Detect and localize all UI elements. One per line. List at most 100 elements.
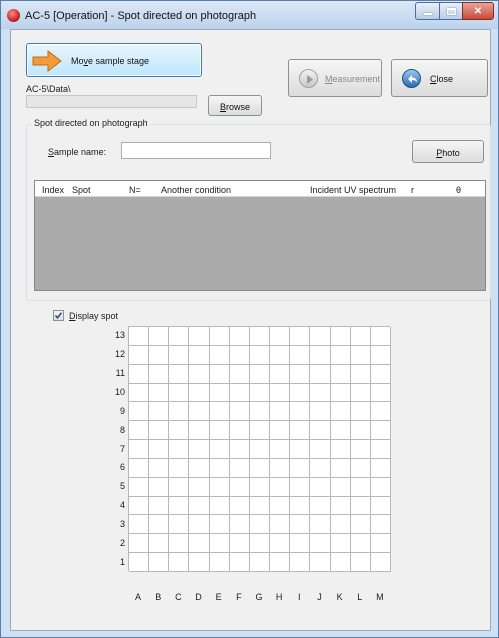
grid-cell[interactable] [310,421,331,441]
grid-cell[interactable] [350,345,371,365]
grid-cell[interactable] [189,383,210,403]
grid-cell[interactable] [290,534,311,554]
grid-cell[interactable] [169,402,190,422]
column-header[interactable]: r [411,185,414,195]
grid-cell[interactable] [149,383,170,403]
grid-cell[interactable] [310,364,331,384]
grid-cell[interactable] [209,345,230,365]
grid-cell[interactable] [129,553,150,572]
column-header[interactable]: N= [129,185,141,195]
grid-cell[interactable] [370,553,391,572]
grid-cell[interactable] [310,477,331,497]
grid-cell[interactable] [350,402,371,422]
grid-cell[interactable] [169,345,190,365]
grid-cell[interactable] [209,383,230,403]
grid-cell[interactable] [169,496,190,516]
grid-cell[interactable] [149,534,170,554]
grid-cell[interactable] [249,553,271,572]
grid-cell[interactable] [209,534,230,554]
grid-cell[interactable] [229,440,250,459]
grid-cell[interactable] [189,477,210,497]
photo-button[interactable]: Photo [412,140,484,163]
grid-cell[interactable] [270,515,291,535]
grid-cell[interactable] [350,553,371,572]
grid-cell[interactable] [149,515,170,535]
display-spot-checkbox[interactable] [53,310,64,321]
grid-cell[interactable] [330,383,351,403]
grid-cell[interactable] [129,477,150,497]
grid-cell[interactable] [370,534,391,554]
grid-cell[interactable] [249,534,271,554]
grid-cell[interactable] [169,440,190,459]
grid-cell[interactable] [249,440,271,459]
grid-cell[interactable] [149,458,170,478]
grid-cell[interactable] [310,534,331,554]
grid-cell[interactable] [270,345,291,365]
grid-cell[interactable] [310,440,331,459]
grid-cell[interactable] [189,402,210,422]
grid-cell[interactable] [270,477,291,497]
grid-cell[interactable] [249,383,271,403]
column-header[interactable]: Another condition [161,185,231,195]
grid-cell[interactable] [310,327,331,346]
grid-cell[interactable] [229,364,250,384]
grid-cell[interactable] [229,477,250,497]
grid-cell[interactable] [249,421,271,441]
grid-cell[interactable] [330,515,351,535]
grid-cell[interactable] [350,383,371,403]
grid-cell[interactable] [310,345,331,365]
sample-name-input[interactable] [121,142,271,159]
browse-button[interactable]: Browse [208,95,262,116]
grid-cell[interactable] [330,534,351,554]
grid-cell[interactable] [189,421,210,441]
grid-cell[interactable] [189,496,210,516]
measurement-button[interactable]: Measurement [288,59,382,97]
window-close-button[interactable]: ✕ [462,2,494,20]
grid-cell[interactable] [149,553,170,572]
grid-cell[interactable] [129,440,150,459]
grid-cell[interactable] [169,421,190,441]
grid-cell[interactable] [270,364,291,384]
grid-cell[interactable] [189,327,210,346]
grid-cell[interactable] [169,515,190,535]
grid-cell[interactable] [270,327,291,346]
grid-cell[interactable] [169,477,190,497]
grid-cell[interactable] [310,553,331,572]
grid-cell[interactable] [310,402,331,422]
grid-cell[interactable] [169,383,190,403]
grid-cell[interactable] [149,477,170,497]
grid-cell[interactable] [370,458,391,478]
grid-cell[interactable] [249,345,271,365]
grid-cell[interactable] [209,515,230,535]
grid-cell[interactable] [370,440,391,459]
grid-cell[interactable] [129,327,150,346]
grid-cell[interactable] [370,364,391,384]
grid-cell[interactable] [169,553,190,572]
grid-cell[interactable] [350,534,371,554]
grid-cell[interactable] [169,458,190,478]
grid-cell[interactable] [330,496,351,516]
grid-cell[interactable] [330,440,351,459]
grid-cell[interactable] [249,496,271,516]
grid-cell[interactable] [270,402,291,422]
grid-cell[interactable] [209,553,230,572]
grid-cell[interactable] [229,553,250,572]
grid-cell[interactable] [370,345,391,365]
grid-cell[interactable] [290,345,311,365]
grid-cell[interactable] [129,364,150,384]
grid-cell[interactable] [290,458,311,478]
grid-cell[interactable] [370,477,391,497]
grid-cell[interactable] [249,402,271,422]
grid-cell[interactable] [229,345,250,365]
spot-grid[interactable] [128,326,391,572]
grid-cell[interactable] [270,553,291,572]
grid-cell[interactable] [149,345,170,365]
grid-cell[interactable] [310,458,331,478]
grid-cell[interactable] [330,553,351,572]
grid-cell[interactable] [209,402,230,422]
grid-cell[interactable] [330,458,351,478]
grid-cell[interactable] [370,402,391,422]
grid-cell[interactable] [229,534,250,554]
grid-cell[interactable] [249,364,271,384]
grid-cell[interactable] [149,327,170,346]
